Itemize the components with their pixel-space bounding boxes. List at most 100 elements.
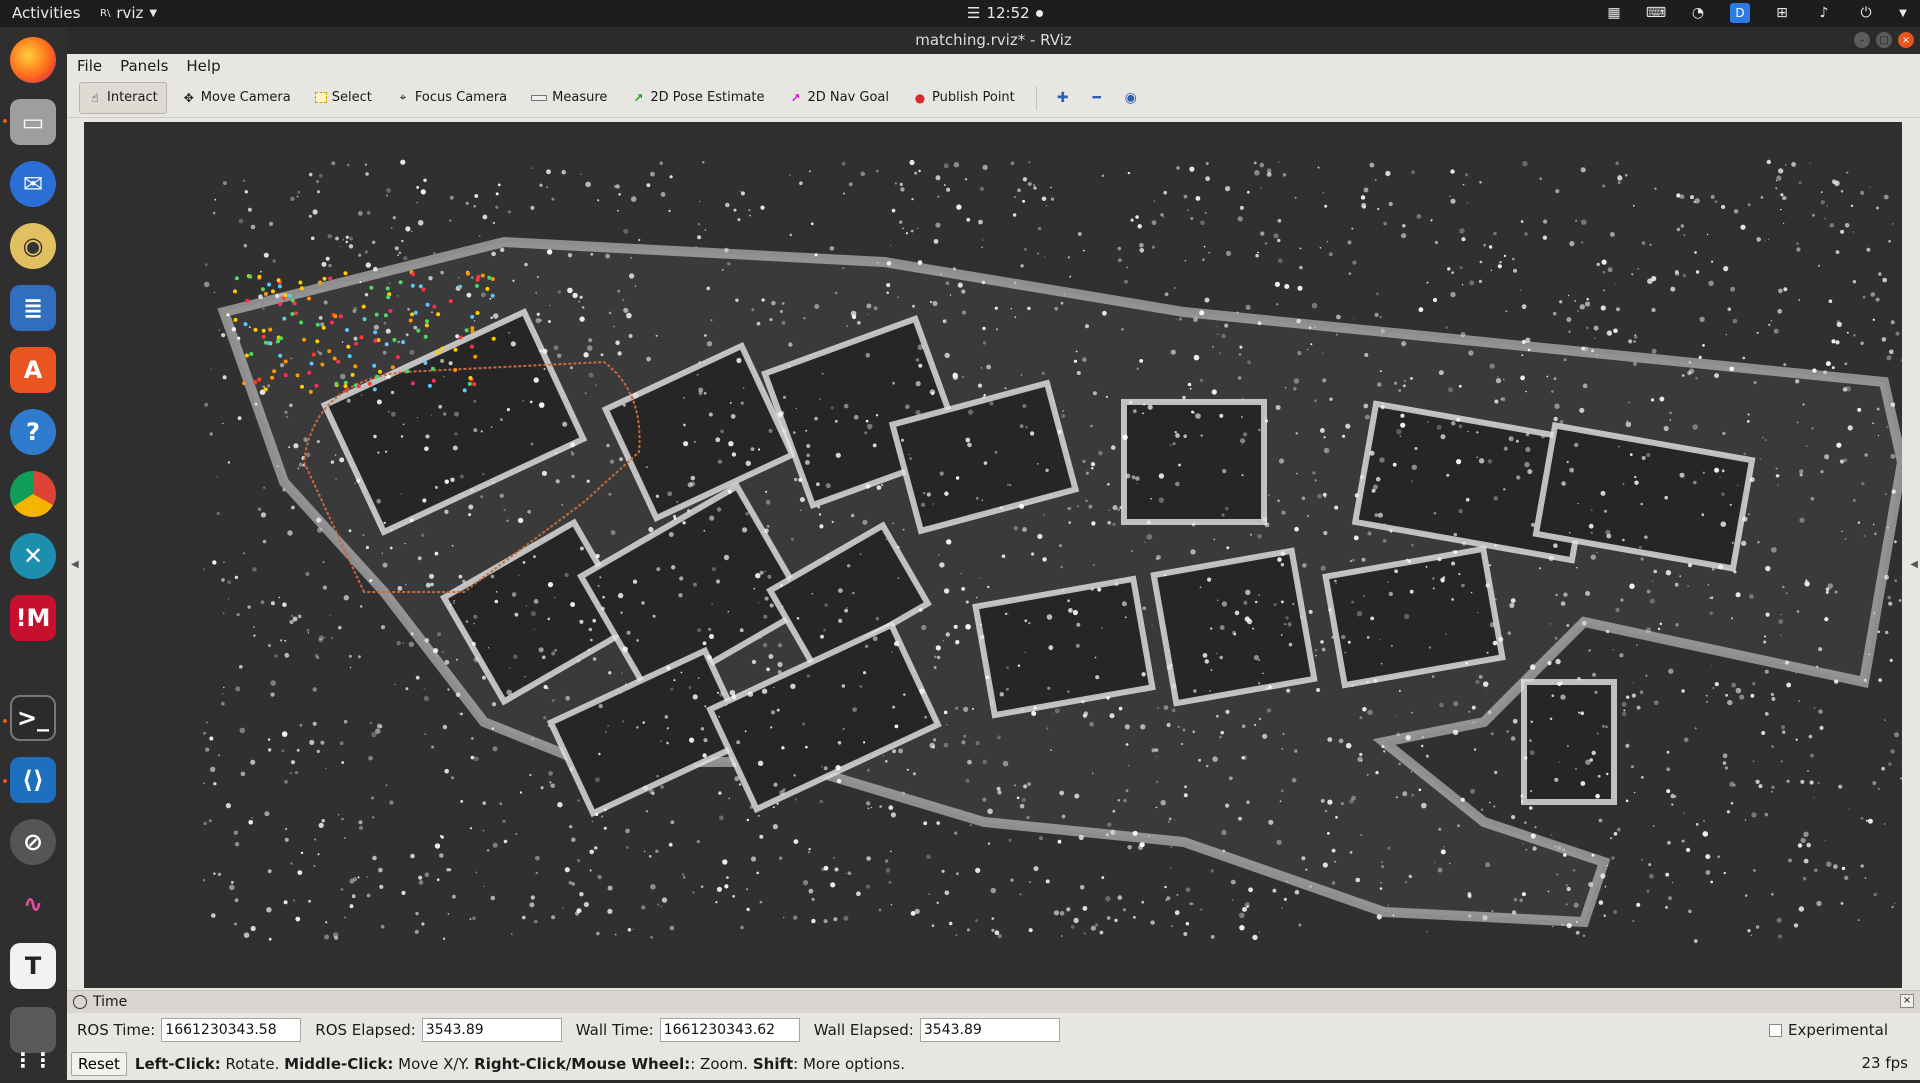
- magenta-arrow-icon: ↗: [788, 91, 802, 105]
- show-apps-icon[interactable]: ⋮⋮: [10, 1037, 56, 1083]
- measure-tool-button[interactable]: Measure: [522, 82, 616, 114]
- running-indicator: [3, 779, 7, 783]
- ros-time-field[interactable]: [161, 1018, 301, 1042]
- notification-icon: ☰: [967, 4, 980, 22]
- right-click-action: : Zoom.: [690, 1055, 753, 1073]
- nav-goal-tool-button[interactable]: ↗ 2D Nav Goal: [779, 82, 898, 114]
- clock-icon: [73, 995, 87, 1009]
- middle-click-key: Middle-Click:: [284, 1055, 393, 1073]
- ros-elapsed-label: ROS Elapsed:: [315, 1021, 416, 1039]
- window-title: matching.rviz* - RViz: [915, 31, 1072, 49]
- close-icon[interactable]: ×: [1898, 32, 1914, 48]
- pose-estimate-tool-button[interactable]: ↗ 2D Pose Estimate: [622, 82, 773, 114]
- help-icon[interactable]: ?: [10, 409, 56, 455]
- kali-dragon-icon[interactable]: ∿: [10, 881, 56, 927]
- interact-tool-button[interactable]: ☝ Interact: [79, 82, 167, 114]
- files-icon[interactable]: ▭: [10, 99, 56, 145]
- reset-button[interactable]: Reset: [71, 1052, 127, 1076]
- left-collapse-arrow-icon[interactable]: ◀: [71, 559, 79, 570]
- xmind-icon[interactable]: ✕: [10, 533, 56, 579]
- rviz-window: matching.rviz* - RViz – □ × File Panels …: [67, 27, 1920, 1080]
- maximize-icon[interactable]: □: [1876, 32, 1892, 48]
- wall-elapsed-field[interactable]: [920, 1018, 1060, 1042]
- time-panel-title: Time: [93, 994, 127, 1010]
- writer-icon[interactable]: ≣: [10, 285, 56, 331]
- time-fields-row: ROS Time: ROS Elapsed: Wall Time: Wall E…: [67, 1013, 1920, 1047]
- app-menu[interactable]: R\ rviz ▼: [100, 4, 157, 22]
- running-indicator: [3, 719, 7, 723]
- top-bar: Activities R\ rviz ▼ ☰ 12:52 ▦ ⌨ ◔ D ⊞ ♪…: [0, 0, 1920, 27]
- menu-bar: File Panels Help: [67, 54, 1920, 78]
- focus-camera-label: Focus Camera: [415, 90, 507, 105]
- nav-goal-label: 2D Nav Goal: [807, 90, 889, 105]
- menu-file[interactable]: File: [77, 57, 102, 75]
- volume-icon[interactable]: ♪: [1814, 3, 1834, 23]
- publish-point-tool-button[interactable]: ● Publish Point: [904, 82, 1024, 114]
- status-help-text: Left-Click: Rotate. Middle-Click: Move X…: [135, 1055, 905, 1073]
- time-panel: Time × ROS Time: ROS Elapsed: Wall Time:…: [67, 990, 1920, 1080]
- title-bar[interactable]: matching.rviz* - RViz – □ ×: [67, 27, 1920, 54]
- clock[interactable]: ☰ 12:52: [967, 4, 1043, 22]
- ros-time-label: ROS Time:: [77, 1021, 155, 1039]
- network-icon[interactable]: ⊞: [1772, 3, 1792, 23]
- text-editor-icon[interactable]: T: [10, 943, 56, 989]
- rhythmbox-icon[interactable]: ◉: [10, 223, 56, 269]
- blocked-app-icon[interactable]: ⊘: [10, 819, 56, 865]
- map-pin-icon: ●: [913, 91, 927, 105]
- system-tray: ▦ ⌨ ◔ D ⊞ ♪ ⏻ ▼: [1604, 3, 1908, 23]
- close-panel-icon[interactable]: ×: [1900, 994, 1914, 1008]
- software-center-icon[interactable]: A: [10, 347, 56, 393]
- dock: ▭ ✉ ◉ ≣ A ? ✕ !M >_ ⟨⟩ ⊘ ∿ T ⋮⋮: [0, 27, 67, 1080]
- eye-icon[interactable]: ◉: [1117, 84, 1145, 112]
- move-camera-tool-button[interactable]: ✥ Move Camera: [173, 82, 300, 114]
- interact-label: Interact: [107, 90, 158, 105]
- power-icon[interactable]: ⏻: [1856, 3, 1876, 23]
- firefox-icon[interactable]: [10, 37, 56, 83]
- right-collapse-arrow-icon[interactable]: ◀: [1910, 559, 1918, 570]
- minimize-icon[interactable]: –: [1854, 32, 1870, 48]
- wall-time-field[interactable]: [660, 1018, 800, 1042]
- select-tool-button[interactable]: Select: [306, 82, 381, 114]
- publish-point-label: Publish Point: [932, 90, 1015, 105]
- ruler-icon: [531, 95, 547, 101]
- middle-click-action: Move X/Y.: [393, 1055, 474, 1073]
- fps-counter: 23 fps: [1862, 1054, 1908, 1072]
- point-cloud-map: [84, 122, 1902, 988]
- pose-estimate-label: 2D Pose Estimate: [650, 90, 764, 105]
- experimental-label: Experimental: [1788, 1021, 1888, 1039]
- checkbox-box[interactable]: [1769, 1024, 1782, 1037]
- left-click-key: Left-Click:: [135, 1055, 221, 1073]
- toolbar-separator: [1036, 86, 1037, 110]
- menu-panels[interactable]: Panels: [120, 57, 168, 75]
- keyboard-layout-icon[interactable]: ▦: [1604, 3, 1624, 23]
- time-panel-header: Time ×: [67, 991, 1920, 1013]
- move-arrows-icon: ✥: [182, 91, 196, 105]
- chevron-down-icon[interactable]: ▼: [1898, 3, 1908, 23]
- remove-tool-icon[interactable]: ━: [1083, 84, 1111, 112]
- rviz-icon: R\: [100, 8, 110, 19]
- thunderbird-icon[interactable]: ✉: [10, 161, 56, 207]
- typora-icon[interactable]: !M: [10, 595, 56, 641]
- shift-action: : More options.: [793, 1055, 905, 1073]
- activities-button[interactable]: Activities: [12, 4, 80, 22]
- status-bar: Reset Left-Click: Rotate. Middle-Click: …: [67, 1047, 1920, 1081]
- shift-key: Shift: [753, 1055, 793, 1073]
- focus-camera-tool-button[interactable]: ⌖ Focus Camera: [387, 82, 516, 114]
- hand-pointer-icon: ☝: [88, 91, 102, 105]
- terminal-icon[interactable]: >_: [10, 695, 56, 741]
- keyboard-icon[interactable]: ⌨: [1646, 3, 1666, 23]
- tool-bar: ☝ Interact ✥ Move Camera Select ⌖ Focus …: [67, 78, 1920, 118]
- select-label: Select: [332, 90, 372, 105]
- dropbox-icon[interactable]: D: [1730, 3, 1750, 23]
- experimental-checkbox[interactable]: Experimental: [1769, 1021, 1888, 1039]
- vscode-icon[interactable]: ⟨⟩: [10, 757, 56, 803]
- 3d-viewport[interactable]: [84, 122, 1902, 988]
- chevron-down-icon: ▼: [149, 8, 157, 19]
- render-panel-frame: ◀ ◀: [67, 119, 1920, 1009]
- chrome-icon[interactable]: [10, 471, 56, 517]
- add-tool-icon[interactable]: ✚: [1049, 84, 1077, 112]
- left-click-action: Rotate.: [221, 1055, 284, 1073]
- ros-elapsed-field[interactable]: [422, 1018, 562, 1042]
- menu-help[interactable]: Help: [186, 57, 220, 75]
- nvidia-icon[interactable]: ◔: [1688, 3, 1708, 23]
